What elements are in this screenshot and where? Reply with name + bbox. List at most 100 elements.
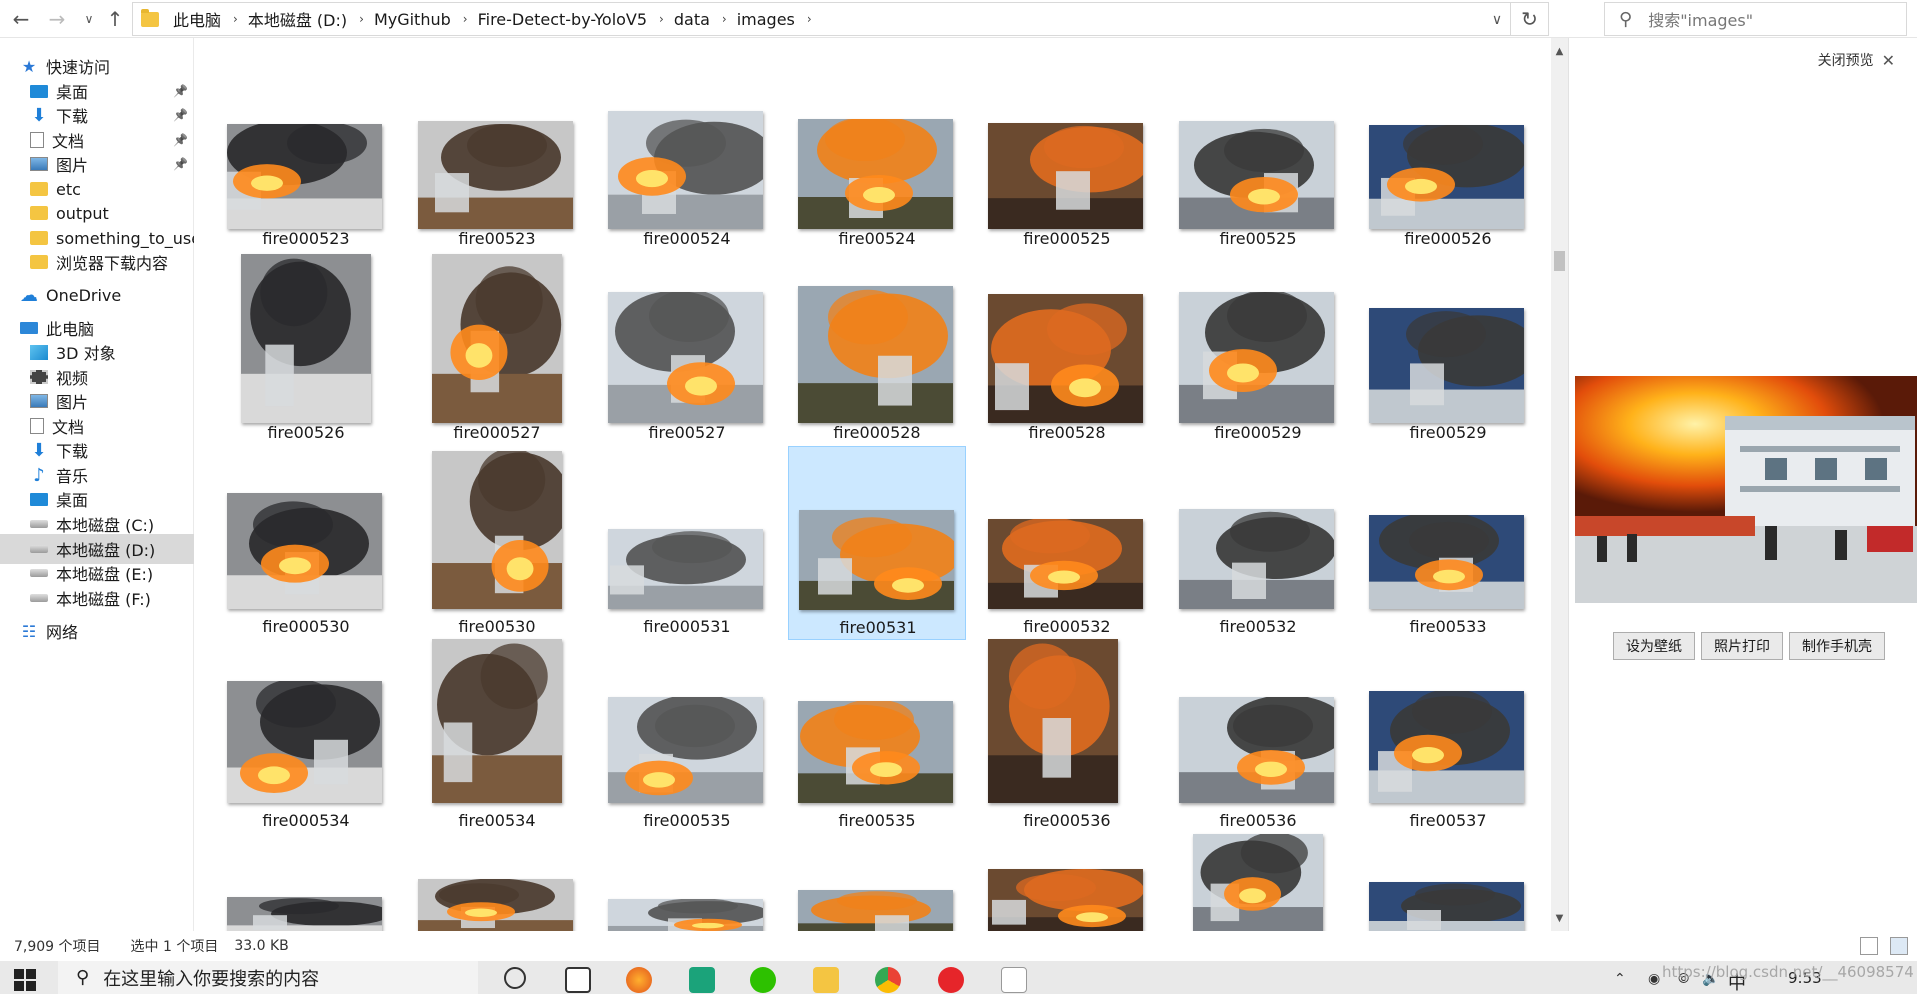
breadcrumb-item[interactable]: 本地磁盘 (D:)	[248, 7, 347, 31]
taskbar-search-box[interactable]: ⚲ 在这里输入你要搜索的内容	[58, 961, 478, 994]
file-name: fire000527	[453, 423, 541, 442]
thumbnail-image	[988, 294, 1143, 423]
file-tile[interactable]: fire000535	[598, 640, 776, 834]
pycharm-icon[interactable]	[689, 967, 715, 993]
breadcrumb-item[interactable]: 此电脑	[173, 7, 221, 31]
file-tile[interactable]	[598, 834, 776, 931]
sidebar-item[interactable]: 浏览器下载内容	[0, 247, 194, 277]
address-bar[interactable]: 此电脑 › 本地磁盘 (D:) › MyGithub › Fire-Detect-by-Yo…	[132, 2, 1549, 36]
preview-action-button[interactable]: 设为壁纸	[1613, 632, 1695, 660]
file-tile[interactable]: fire00532	[1169, 446, 1347, 640]
up-button[interactable]: ↑	[102, 6, 128, 32]
refresh-button[interactable]: ↻	[1510, 3, 1548, 35]
file-tile[interactable]: fire000534	[217, 640, 395, 834]
thumbnail-image	[418, 121, 573, 229]
file-tile[interactable]: fire000536	[978, 639, 1156, 834]
sidebar-item[interactable]: ☁ OneDrive	[0, 280, 194, 310]
chevron-down-icon: ∨	[84, 12, 94, 26]
sidebar-item-label: 快速访问	[46, 58, 111, 77]
file-tile[interactable]: fire000531	[598, 446, 776, 640]
thumbnail-image	[241, 254, 371, 423]
netease-music-icon[interactable]	[938, 967, 964, 993]
file-tile[interactable]: fire000525	[978, 58, 1156, 252]
file-tile[interactable]	[408, 834, 586, 931]
file-tile[interactable]	[1359, 834, 1537, 931]
tray-app-icon[interactable]: ◉	[1648, 971, 1660, 987]
file-tile[interactable]: fire000523	[217, 58, 395, 252]
status-bar: 7,909 个项目 选中 1 个项目 33.0 KB	[0, 931, 1917, 961]
file-tile[interactable]: fire000528	[788, 252, 966, 446]
sidebar-item-label: 本地磁盘 (F:)	[56, 590, 151, 609]
wechat-icon[interactable]	[750, 967, 776, 993]
windows-start-icon[interactable]	[14, 969, 36, 991]
large-icons-view-icon[interactable]	[1890, 937, 1908, 955]
file-tile[interactable]: fire00531	[788, 446, 966, 640]
file-tile[interactable]: fire000529	[1169, 252, 1347, 446]
back-button[interactable]: ←	[8, 6, 34, 32]
file-name: fire000532	[1023, 617, 1111, 636]
file-tile[interactable]: fire000526	[1359, 58, 1537, 252]
file-tile[interactable]: fire000532	[978, 446, 1156, 640]
file-tile[interactable]: fire00526	[217, 252, 395, 446]
file-tile[interactable]	[788, 834, 966, 931]
file-tile[interactable]: fire000527	[408, 252, 586, 446]
search-box[interactable]: ⚲ 搜索"images"	[1604, 2, 1907, 36]
breadcrumb-item[interactable]: Fire-Detect-by-YoloV5	[478, 10, 647, 29]
breadcrumb-separator-icon[interactable]: ›	[359, 12, 364, 26]
file-explorer-icon[interactable]	[813, 967, 839, 993]
file-name: fire000531	[643, 617, 731, 636]
file-tile[interactable]: fire00525	[1169, 58, 1347, 252]
file-tile[interactable]: fire00523	[408, 58, 586, 252]
breadcrumb-item[interactable]: MyGithub	[374, 10, 451, 29]
preview-action-button[interactable]: 照片打印	[1701, 632, 1783, 660]
sidebar-item[interactable]: 本地磁盘 (F:)	[0, 583, 194, 613]
pin-icon: 📌	[173, 133, 188, 147]
breadcrumb-separator-icon[interactable]: ›	[659, 12, 664, 26]
tray-chevron-up-icon[interactable]: ⌃	[1614, 971, 1626, 987]
arrow-right-icon: →	[48, 7, 66, 31]
preview-action-button[interactable]: 制作手机壳	[1789, 632, 1885, 660]
file-tile[interactable]	[217, 834, 395, 931]
file-tile[interactable]: fire00528	[978, 252, 1156, 446]
breadcrumb-separator-icon[interactable]: ›	[463, 12, 468, 26]
music-icon: ♪	[33, 464, 45, 486]
file-tile[interactable]: fire00534	[408, 639, 586, 834]
file-name: fire00529	[1409, 423, 1487, 442]
scroll-up-arrow-icon[interactable]: ▲	[1551, 42, 1568, 60]
file-tile[interactable]: fire00530	[408, 446, 586, 640]
thumbnail-image	[1369, 123, 1527, 229]
file-tile[interactable]: fire00535	[788, 640, 966, 834]
recent-locations-button[interactable]: ∨	[76, 6, 102, 32]
file-tile[interactable]	[1169, 832, 1347, 931]
file-tile[interactable]: fire000530	[217, 446, 395, 640]
arrow-left-icon: ←	[12, 7, 30, 31]
breadcrumb-item[interactable]: images	[737, 10, 795, 29]
close-preview-button[interactable]: 关闭预览 ✕	[1818, 50, 1895, 70]
sidebar-item[interactable]: ☷ 网络	[0, 616, 194, 646]
file-tile[interactable]	[978, 834, 1156, 931]
scrollbar-thumb[interactable]	[1554, 251, 1565, 271]
typora-icon[interactable]	[1001, 967, 1027, 993]
details-view-icon[interactable]	[1860, 937, 1878, 955]
forward-button[interactable]: →	[44, 6, 70, 32]
scroll-down-arrow-icon[interactable]: ▼	[1551, 909, 1568, 927]
breadcrumb-item[interactable]: data	[674, 10, 710, 29]
file-tile[interactable]: fire00533	[1359, 446, 1537, 640]
file-tile[interactable]: fire000524	[598, 58, 776, 252]
firefox-icon[interactable]	[626, 967, 652, 993]
file-tile[interactable]: fire00536	[1169, 640, 1347, 834]
file-tile[interactable]: fire00529	[1359, 252, 1538, 446]
close-icon: ✕	[1881, 50, 1895, 70]
cortana-icon[interactable]	[504, 967, 526, 989]
file-tile[interactable]: fire00527	[598, 252, 776, 446]
breadcrumb-separator-icon[interactable]: ›	[233, 12, 238, 26]
breadcrumb-separator-icon[interactable]: ›	[722, 12, 727, 26]
chrome-icon[interactable]	[875, 967, 901, 993]
breadcrumb-separator-icon[interactable]: ›	[807, 12, 812, 26]
file-tile[interactable]: fire00524	[788, 58, 966, 252]
file-tile[interactable]: fire00537	[1359, 640, 1537, 834]
task-view-icon[interactable]	[565, 967, 591, 993]
address-dropdown-button[interactable]: ∨	[1486, 9, 1508, 31]
vertical-scrollbar[interactable]: ▲ ▼	[1551, 38, 1568, 931]
drive-icon	[30, 569, 48, 577]
